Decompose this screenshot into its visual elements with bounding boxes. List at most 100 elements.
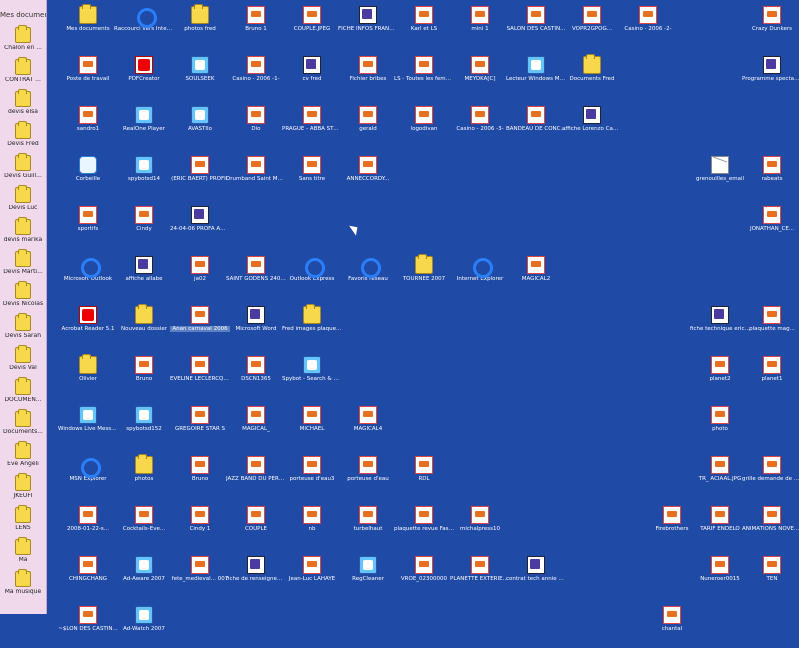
desktop-item-saint-godens-240307[interactable]: SAINT GODENS 240307 [226,256,286,298]
desktop-item-regcleaner[interactable]: RegCleaner [338,556,398,598]
desktop-item-photos[interactable]: photos [114,454,174,498]
desktop-item-raccourci-vers-internet-ex[interactable]: Raccourci vers Internet Ex... [114,6,174,48]
desktop-item-spybotsd14[interactable]: spybotsd14 [114,156,174,198]
desktop-item-olivier[interactable]: Olivier [58,354,118,398]
desktop-item-planette-exterieure[interactable]: PLANETTE EXTERIEURE_... [450,556,510,598]
desktop-item-cv-fred[interactable]: cv fred [282,56,342,98]
desktop-item-spybot-search-destroy[interactable]: Spybot - Search & Destroy [282,356,342,398]
desktop-item-avastiio[interactable]: AVASTIIo [170,106,230,148]
desktop-item-acrobat-reader-5-1[interactable]: Acrobat Reader 5.1 [58,306,118,348]
desktop-item-turbelhaut[interactable]: turbelhaut [338,506,398,548]
desktop-item-gregoire-star-s[interactable]: GREGOIRE STAR S [170,406,230,448]
desktop-item-mini-1[interactable]: mini 1 [450,6,510,48]
desktop-item-documents-fred[interactable]: Documents Fred [562,54,622,98]
desktop-item-couple[interactable]: COUPLE [226,506,286,548]
desktop-item-photos-fred[interactable]: photos fred [170,4,230,48]
desktop-item-microsoft-word[interactable]: Microsoft Word [226,306,286,348]
desktop-item-vopr2gpog[interactable]: VOPR2GPOG... [562,6,622,48]
desktop-item-photo[interactable]: photo [690,406,750,448]
desktop-item-lecteur-windows-media[interactable]: Lecteur Windows Media [506,56,566,98]
desktop-item-fred-images-plaquettes[interactable]: Fred images plaquettes [282,304,342,348]
desktop-item-magical[interactable]: MAGICAL_ [226,406,286,448]
desktop-item-jonathan-ce[interactable]: JONATHAN_CE... [742,206,799,248]
desktop-item-microsoft-outlook[interactable]: Microsoft Outlook [58,256,118,298]
desktop-item-sportifs[interactable]: sportifs [58,206,118,248]
desktop-item-fiche-infos-francais[interactable]: FICHE INFOS FRANCAIS [338,6,398,48]
desktop-item-magical2[interactable]: MAGICAL2 [506,256,566,298]
desktop-item-ten[interactable]: TEN [742,556,799,598]
desktop-item-anan-carnaval-2006[interactable]: Anan carnaval 2006 [170,306,230,348]
desktop-item-cindy-1[interactable]: Cindy 1 [170,506,230,548]
sidebar-item-documen[interactable]: DOCUMEN... [0,377,46,406]
desktop-item-fichier-bribes[interactable]: Fichier bribes [338,56,398,98]
desktop-item-ja02[interactable]: ja02 [170,256,230,298]
sidebar-item-lens[interactable]: LENS [0,505,46,534]
desktop-item-logodivan[interactable]: logodivan [394,106,454,148]
desktop-item-spybotsd152[interactable]: spybotsd152 [114,406,174,448]
sidebar-item-contrat[interactable]: CONTRAT ... [0,57,46,86]
desktop-item-tarif-endelo[interactable]: TARIF ENDELO [690,506,750,548]
desktop-item-fete-medieval-007[interactable]: fete_medieval... 007 [170,556,230,598]
desktop-item-24-04-06-profa-amours-ope[interactable]: 24-04-06 PROFA AMOURS OPE... [170,206,230,248]
sidebar-item-devis-nicolas[interactable]: Devis Nicolas [0,281,46,310]
sidebar-item-ma-musique[interactable]: Ma musique [0,569,46,598]
sidebar-item-documents[interactable]: Documents... [0,409,46,438]
desktop-item-chingchang[interactable]: CHINGCHANG [58,556,118,598]
desktop-item-dio[interactable]: Dio [226,106,286,148]
desktop-item-outlook-express[interactable]: Outlook Express [282,256,342,298]
desktop-item-fiche-technique-eric-baert[interactable]: fiche technique eric baert [690,306,750,348]
desktop-item-tr-aciaal-jpg[interactable]: TR_ ACIAAL.JPG [690,456,750,498]
desktop-item-windows-live-messenger[interactable]: Windows Live Messenger [58,406,118,448]
desktop-item-nuneroer0015[interactable]: Nuneroer0015 [690,556,750,598]
desktop-item-soulseek[interactable]: SOULSEEK [170,56,230,98]
desktop-item-drumband-saint-martinois[interactable]: Drumband Saint Martinois [226,156,286,198]
desktop-item-favoris-r-seau[interactable]: Favoris réseau [338,256,398,298]
desktop-item-vroe-02300000[interactable]: VROE_02300000 [394,556,454,598]
desktop-item-grenouilles-email[interactable]: grenouilles_email [690,156,750,198]
desktop-item-pdfcreator[interactable]: PDFCreator [114,56,174,98]
sidebar-item-devis-fred[interactable]: Devis Fred [0,121,46,150]
desktop-item-affiche-lorenzo-cammotti-plu[interactable]: affiche Lorenzo Cammotti Plu... [562,106,622,148]
sidebar-item-chalon-en[interactable]: Chalon en ... [0,25,46,54]
desktop-item-michalpress10[interactable]: michalpress10 [450,506,510,548]
desktop-item-lon-des-castin[interactable]: ~$LON DES CASTIN... [58,606,118,648]
desktop-item-realone-player[interactable]: RealOne Player [114,106,174,148]
desktop-item-chantal[interactable]: chantal [642,606,702,648]
desktop-item-couple-jpeg[interactable]: COUPLE.JPEG [282,6,342,48]
desktop-item-dscn1365[interactable]: DSCN1365 [226,356,286,398]
desktop-item-porteuse-d-eau3[interactable]: porteuse d'eau3 [282,456,342,498]
desktop-item-bruno[interactable]: Bruno [170,456,230,498]
desktop-item-crazy-dunkers[interactable]: Crazy Dunkers [742,6,799,48]
desktop-item-eveline-leclercq-s[interactable]: EVELINE LECLERCQ S... [170,356,230,398]
desktop-item-porteuse-d-eau[interactable]: porteuse d'eau [338,456,398,498]
desktop-item-2008-01-22-s[interactable]: 2008-01-22-s... [58,506,118,548]
desktop-item-sandro1[interactable]: sandro1 [58,106,118,148]
desktop-item-tournee-2007[interactable]: TOURNEE 2007 [394,254,454,298]
desktop-item-programme-spectacle-chez[interactable]: Programme spectacle chez... [742,56,799,98]
desktop-item-corbeille[interactable]: Corbeille [58,156,118,198]
desktop-item-planet1[interactable]: planet1 [742,356,799,398]
desktop-item-plaquette-mag[interactable]: plaquette mag... [742,306,799,348]
sidebar-item-ma[interactable]: Ma [0,537,46,566]
desktop-item-cocktails-eve[interactable]: Cocktails-Eve... [114,506,174,548]
desktop-item-nouveau-dossier[interactable]: Nouveau dossier [114,304,174,348]
desktop-item-ad-watch-2007[interactable]: Ad-Watch 2007 [114,606,174,648]
desktop-item-poste-de-travail[interactable]: Poste de travail [58,56,118,98]
desktop-item-plaquette-revue-fascination[interactable]: plaquette revue Fascination [394,506,454,548]
sidebar-item-devis-val[interactable]: Devis Val [0,345,46,374]
desktop-item-msn-explorer[interactable]: MSN Explorer [58,456,118,498]
sidebar-item-devis-guill[interactable]: Devis Guill... [0,153,46,182]
desktop-item-bruno[interactable]: Bruno [114,356,174,398]
desktop-item-casino-2006-2[interactable]: Casino - 2006 -2- [618,6,678,48]
sidebar-item-devis-elsa[interactable]: devis elsa [0,89,46,118]
sidebar-item-jkeufi[interactable]: JKEUFI [0,473,46,502]
desktop-item-contrat-tech-annie-cordy[interactable]: contrat tech annie cordy [506,556,566,598]
desktop-item-animations-novembre-2007[interactable]: ANIMATIONS NOVEMBRE 2007 [742,506,799,548]
desktop-item-rdl[interactable]: RDL [394,456,454,498]
desktop-item-casino-2006-1[interactable]: Casino - 2006 -1- [226,56,286,98]
desktop-item-affiche-allabe[interactable]: affiche allabe [114,256,174,298]
desktop-item-bruno-1[interactable]: Bruno 1 [226,6,286,48]
desktop-item-ad-aware-2007[interactable]: Ad-Aware 2007 [114,556,174,598]
desktop-item-magical4[interactable]: MAGICAL4 [338,406,398,448]
desktop-item-eric-baert-profil[interactable]: (ERIC BAERT) PROFIL [170,156,230,198]
